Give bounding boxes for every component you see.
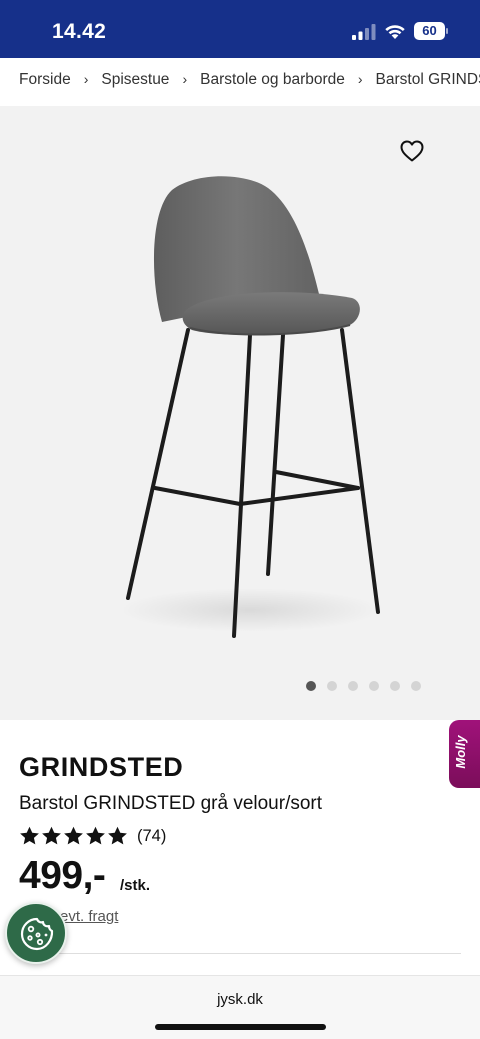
product-price: 499,- (19, 854, 106, 897)
product-rating[interactable]: (74) (19, 826, 166, 846)
signal-icon (352, 24, 376, 40)
cookie-icon (20, 917, 54, 951)
price-unit: /stk. (120, 877, 151, 894)
heart-icon[interactable] (400, 140, 424, 162)
battery-cap (446, 28, 448, 34)
review-count: (74) (137, 826, 167, 845)
divider (19, 953, 461, 954)
shipping-link[interactable]: evt. fragt (60, 908, 118, 925)
home-indicator[interactable] (155, 1024, 326, 1030)
star-icon (42, 826, 61, 845)
browser-url-bar[interactable]: jysk.dk (0, 975, 480, 1039)
molly-label: Molly (453, 735, 468, 769)
cookie-settings-button[interactable] (5, 902, 67, 964)
product-brand: GRINDSTED (19, 752, 184, 782)
breadcrumb-item-barstole[interactable]: Barstole og barborde (200, 71, 345, 89)
chevron-right-icon: › (357, 71, 363, 87)
breadcrumb-item-spisestue[interactable]: Spisestue (101, 71, 169, 89)
gallery-pagination (306, 681, 421, 691)
wifi-icon (385, 25, 405, 39)
molly-chat-button[interactable]: Molly (449, 720, 480, 788)
chevron-right-icon: › (83, 71, 89, 87)
bar-stool-image (120, 176, 380, 638)
star-icon (20, 826, 39, 845)
pagination-dot[interactable] (348, 681, 358, 691)
battery-icon: 60 (414, 22, 448, 40)
pagination-dot-active[interactable] (306, 681, 316, 691)
battery-level: 60 (414, 22, 445, 40)
pagination-dot[interactable] (411, 681, 421, 691)
star-icon (86, 826, 105, 845)
url-text[interactable]: jysk.dk (0, 991, 480, 1008)
pagination-dot[interactable] (327, 681, 337, 691)
pagination-dot[interactable] (369, 681, 379, 691)
product-title: Barstol GRINDSTED grå velour/sort (19, 793, 323, 814)
status-bar: 14.42 60 (0, 0, 480, 58)
chevron-right-icon: › (182, 71, 188, 87)
star-icon (108, 826, 127, 845)
star-icon (64, 826, 83, 845)
breadcrumb-item-forside[interactable]: Forside (19, 71, 71, 89)
breadcrumb-item-current: Barstol GRINDSTED (375, 71, 480, 88)
breadcrumb: Forside › Spisestue › Barstole og barbor… (0, 58, 480, 106)
pagination-dot[interactable] (390, 681, 400, 691)
status-time: 14.42 (52, 20, 107, 43)
